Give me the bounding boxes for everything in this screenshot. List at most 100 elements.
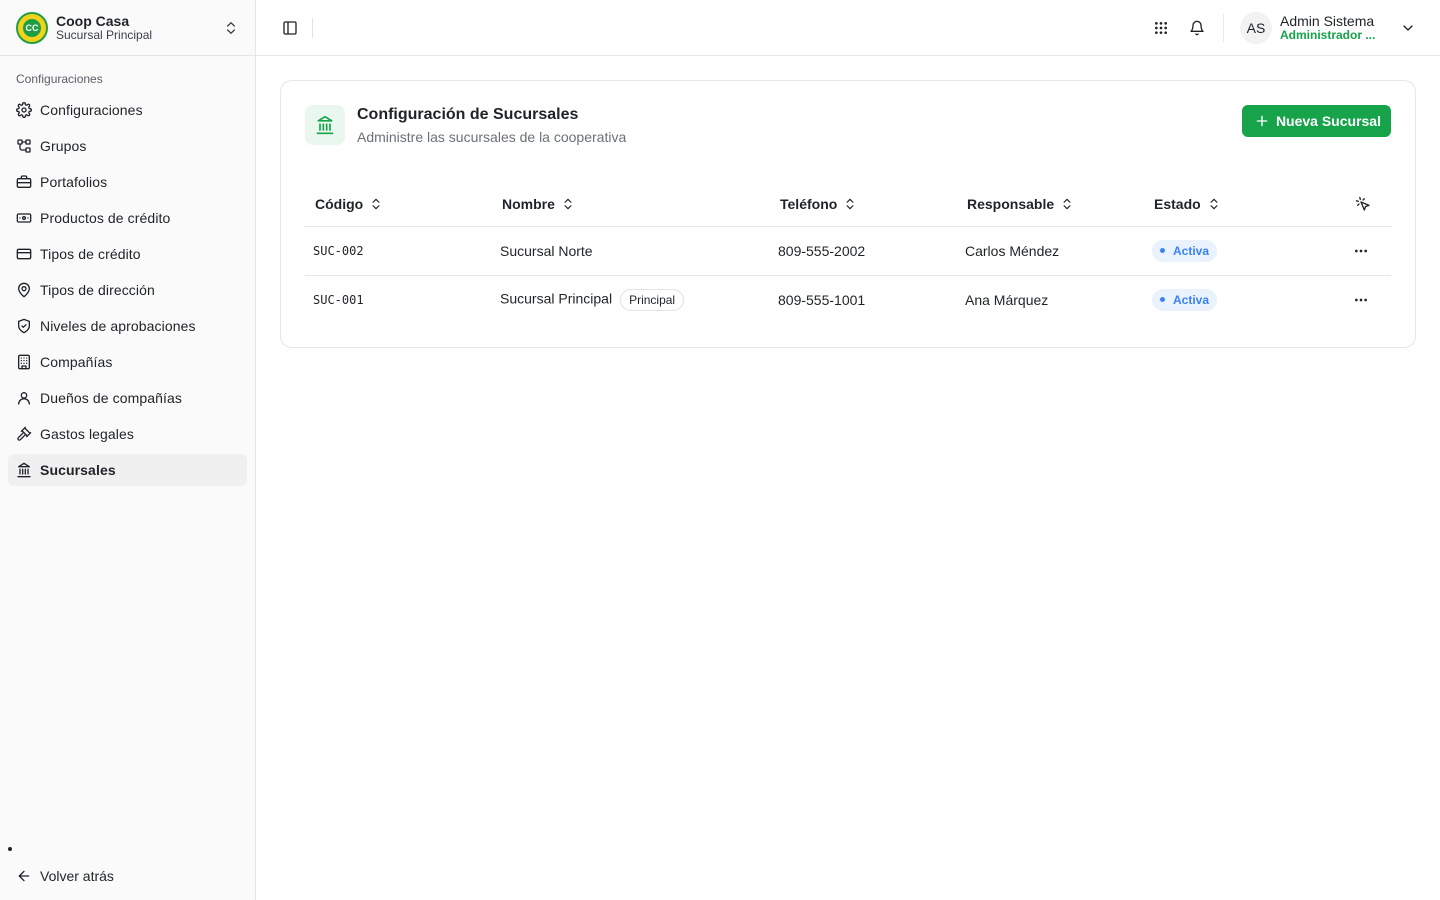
- user-name: Admin Sistema: [1280, 12, 1375, 29]
- sidebar-item-label: Productos de crédito: [40, 210, 171, 226]
- cell-status: Activa: [1144, 275, 1331, 324]
- sidebar-item-duenos-companias[interactable]: Dueños de compañías: [8, 382, 247, 414]
- sidebar-item-tipos-credito[interactable]: Tipos de crédito: [8, 238, 247, 270]
- sort-icon: [846, 198, 854, 209]
- sidebar-item-label: Tipos de crédito: [40, 246, 141, 262]
- column-header-responsable[interactable]: Responsable: [957, 182, 1144, 227]
- banknote-icon: [16, 213, 32, 223]
- sidebar-item-label: Niveles de aprobaciones: [40, 318, 196, 334]
- sidebar-item-companias[interactable]: Compañías: [8, 346, 247, 378]
- column-label: Nombre: [502, 195, 555, 212]
- row-actions-button[interactable]: [1349, 288, 1373, 312]
- sidebar-item-portafolios[interactable]: Portafolios: [8, 166, 247, 198]
- page-subtitle: Administre las sucursales de la cooperat…: [357, 129, 627, 145]
- sidebar-item-label: Dueños de compañías: [40, 390, 182, 406]
- pointer-click-icon: [1355, 196, 1370, 211]
- row-actions-button[interactable]: [1349, 239, 1373, 263]
- sidebar-item-label: Portafolios: [40, 174, 108, 190]
- branch-name: Sucursal Principal: [500, 290, 613, 307]
- sidebar-item-configuraciones[interactable]: Configuraciones: [8, 94, 247, 126]
- sidebar-item-label: Sucursales: [40, 462, 116, 478]
- toolbar-divider: [1223, 13, 1224, 42]
- more-horizontal-icon: [1355, 249, 1367, 252]
- org-switcher[interactable]: CC Coop Casa Sucursal Principal: [0, 0, 255, 56]
- bell-icon: [1190, 20, 1204, 35]
- sidebar-item-productos-credito[interactable]: Productos de crédito: [8, 202, 247, 234]
- column-header-codigo[interactable]: Código: [305, 182, 492, 227]
- status-dot: [1160, 248, 1165, 253]
- topbar-actions: AS Admin Sistema Administrador ...: [1139, 0, 1440, 56]
- status-label: Activa: [1173, 292, 1210, 307]
- shield-check-icon: [18, 318, 30, 334]
- credit-card-icon: [16, 248, 32, 260]
- sidebar-item-label: Compañías: [40, 354, 113, 370]
- column-header-nombre[interactable]: Nombre: [492, 182, 770, 227]
- cell-actions: [1331, 226, 1391, 276]
- gavel-icon: [17, 426, 32, 441]
- column-header-estado[interactable]: Estado: [1144, 182, 1331, 227]
- header-text: Configuración de Sucursales Administre l…: [357, 105, 626, 146]
- column-actions-header[interactable]: [1331, 182, 1391, 227]
- status-badge: Activa: [1152, 239, 1218, 262]
- user-role: Administrador ...: [1280, 28, 1376, 42]
- avatar: AS: [1240, 11, 1272, 44]
- grid-dots-icon: [1155, 21, 1167, 34]
- briefcase-icon: [16, 175, 32, 188]
- sidebar-toggle-button[interactable]: [276, 14, 304, 42]
- cell-code: SUC-001: [313, 292, 364, 307]
- notifications-button[interactable]: [1183, 14, 1211, 42]
- user-menu[interactable]: AS Admin Sistema Administrador ...: [1240, 11, 1416, 44]
- plus-icon: [1256, 115, 1268, 127]
- new-branch-button[interactable]: Nueva Sucursal: [1241, 105, 1391, 137]
- chevron-down-icon: [1403, 24, 1413, 31]
- brand-text: Coop Casa Sucursal Principal: [56, 13, 223, 43]
- status-label: Activa: [1173, 243, 1210, 258]
- cell-status: Activa: [1144, 226, 1331, 276]
- coop-logo: CC: [16, 11, 48, 44]
- network-icon: [17, 139, 31, 153]
- map-pin-icon: [18, 282, 30, 298]
- table-row[interactable]: SUC-001 Sucursal Principal Principal 809-…: [305, 275, 1391, 324]
- cell-phone: 809-555-2002: [770, 226, 957, 276]
- apps-button[interactable]: [1147, 14, 1175, 42]
- sort-icon: [1063, 198, 1071, 209]
- sidebar-item-gastos-legales[interactable]: Gastos legales: [8, 418, 247, 450]
- sidebar-item-niveles-aprobaciones[interactable]: Niveles de aprobaciones: [8, 310, 247, 342]
- cell-actions: [1331, 275, 1391, 324]
- sidebar-nav: Configuraciones Grupos Portafolios Produ…: [0, 94, 255, 486]
- sidebar-item-label: Gastos legales: [40, 426, 135, 442]
- branches-card: Configuración de Sucursales Administre l…: [280, 80, 1416, 348]
- arrow-left-icon: [18, 870, 30, 882]
- sidebar-item-label: Tipos de dirección: [40, 282, 155, 298]
- sidebar-item-tipos-direccion[interactable]: Tipos de dirección: [8, 274, 247, 306]
- back-button[interactable]: Volver atrás: [8, 860, 122, 892]
- sidebar-item-label: Grupos: [40, 138, 87, 154]
- cell-code: SUC-002: [305, 226, 492, 276]
- cell-name: Sucursal Principal Principal: [492, 275, 770, 324]
- toolbar-divider: [312, 17, 313, 38]
- sort-icon: [564, 198, 572, 209]
- column-label: Responsable: [967, 195, 1055, 212]
- card-header: Configuración de Sucursales Administre l…: [305, 105, 626, 146]
- brand-name: Coop Casa: [56, 12, 130, 29]
- principal-badge: Principal: [620, 288, 685, 311]
- nav-section-label: Configuraciones: [16, 72, 103, 86]
- brand-branch: Sucursal Principal: [56, 27, 153, 42]
- table-row[interactable]: SUC-002 Sucursal Norte 809-555-2002 Carl…: [305, 226, 1391, 276]
- page-title: Configuración de Sucursales: [357, 106, 579, 123]
- cell-manager: Carlos Méndez: [957, 226, 1144, 276]
- coop-logo-mark: CC: [23, 18, 41, 37]
- landmark-icon: [316, 115, 334, 135]
- cell-manager: Ana Márquez: [965, 291, 1049, 308]
- building-icon: [18, 354, 30, 370]
- column-label: Código: [315, 195, 364, 212]
- branches-table: Código Nombre Teléfono Responsable Estad…: [305, 182, 1391, 324]
- user-icon: [18, 392, 30, 405]
- column-header-telefono[interactable]: Teléfono: [770, 182, 957, 227]
- panel-left-icon: [283, 20, 297, 35]
- chevrons-up-down-icon: [227, 21, 235, 34]
- sidebar-item-sucursales[interactable]: Sucursales: [8, 454, 247, 486]
- sidebar-item-grupos[interactable]: Grupos: [8, 130, 247, 162]
- more-horizontal-icon: [1355, 298, 1367, 302]
- topbar: AS Admin Sistema Administrador ...: [256, 0, 1440, 56]
